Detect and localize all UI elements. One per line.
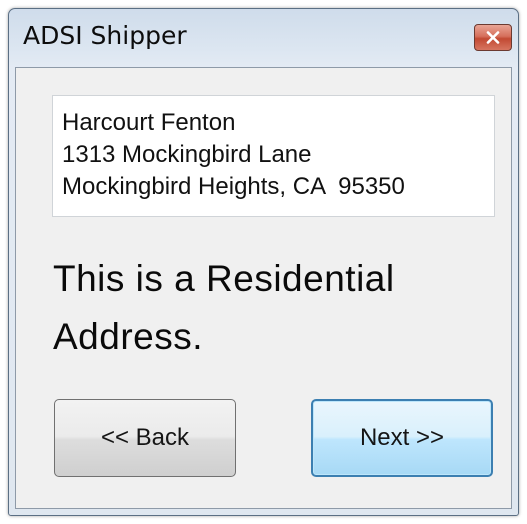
- address-name: Harcourt Fenton: [62, 109, 236, 136]
- address-city-state-zip: Mockingbird Heights, CA 95350: [62, 173, 405, 200]
- back-button[interactable]: << Back: [54, 399, 236, 477]
- residential-message: This is a Residential Address.: [53, 258, 395, 357]
- title-bar[interactable]: ADSI Shipper: [9, 9, 518, 65]
- window-title: ADSI Shipper: [23, 21, 187, 50]
- dialog-content: Harcourt Fenton 1313 Mockingbird Lane Mo…: [15, 67, 512, 509]
- next-button[interactable]: Next >>: [311, 399, 493, 477]
- dialog-window: ADSI Shipper Harcourt Fenton 1313 Mockin…: [8, 8, 519, 516]
- close-button[interactable]: [474, 24, 512, 51]
- address-box: Harcourt Fenton 1313 Mockingbird Lane Mo…: [52, 95, 495, 217]
- address-street: 1313 Mockingbird Lane: [62, 141, 312, 168]
- close-icon: [486, 31, 500, 44]
